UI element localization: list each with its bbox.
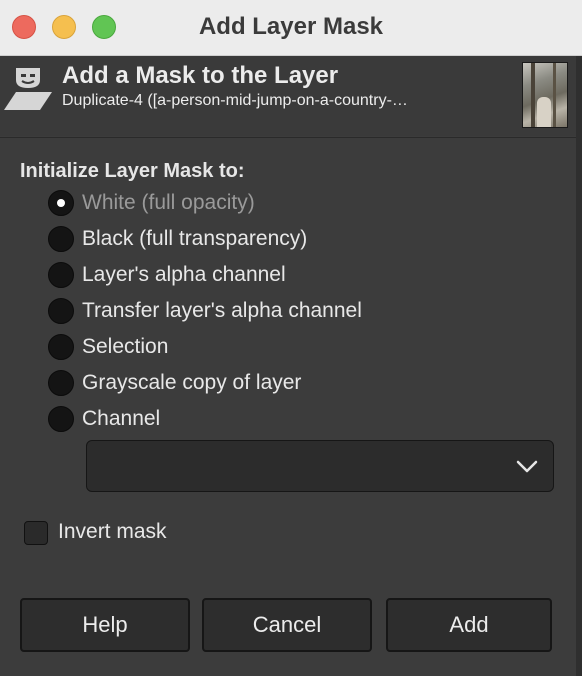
radio-button[interactable]: [48, 406, 74, 432]
dialog-header: Add a Mask to the Layer Duplicate-4 ([a-…: [0, 56, 582, 136]
add-button[interactable]: Add: [386, 598, 552, 652]
title-bar[interactable]: Add Layer Mask: [0, 0, 582, 56]
layer-thumbnail: [522, 62, 568, 128]
header-separator: [0, 137, 582, 138]
invert-mask-option[interactable]: Invert mask: [24, 517, 224, 547]
radio-black[interactable]: Black (full transparency): [48, 224, 488, 254]
window-edge: [576, 56, 582, 676]
help-button[interactable]: Help: [20, 598, 190, 652]
radio-button[interactable]: [48, 370, 74, 396]
thumbnail-tree: [553, 63, 556, 127]
radio-button[interactable]: [48, 226, 74, 252]
layer-mask-icon: [4, 68, 52, 110]
radio-label: Layer's alpha channel: [82, 263, 286, 286]
radio-label: Channel: [82, 407, 161, 430]
layer-name: Duplicate-4 ([a-person-mid-jump-on-a-cou…: [62, 92, 408, 109]
radio-layer-alpha[interactable]: Layer's alpha channel: [48, 260, 488, 290]
invert-mask-label: Invert mask: [58, 520, 167, 543]
radio-button[interactable]: [48, 190, 74, 216]
radio-label: Selection: [82, 335, 169, 358]
radio-white[interactable]: White (full opacity): [48, 188, 488, 218]
chevron-down-icon: [516, 460, 538, 473]
radio-channel[interactable]: Channel: [48, 404, 488, 434]
radio-button[interactable]: [48, 298, 74, 324]
radio-button[interactable]: [48, 262, 74, 288]
radio-selection[interactable]: Selection: [48, 332, 488, 362]
channel-select[interactable]: [86, 440, 554, 492]
radio-label: White (full opacity): [82, 191, 255, 214]
init-mask-label: Initialize Layer Mask to:: [20, 160, 245, 182]
cancel-button[interactable]: Cancel: [202, 598, 372, 652]
window-title: Add Layer Mask: [198, 13, 384, 40]
radio-grayscale-copy[interactable]: Grayscale copy of layer: [48, 368, 488, 398]
thumbnail-tree: [531, 63, 535, 127]
radio-label: Grayscale copy of layer: [82, 371, 302, 394]
thumbnail-path: [537, 97, 551, 127]
add-layer-mask-dialog: Add Layer Mask Add a Mask to the Layer D…: [0, 0, 582, 676]
radio-transfer-alpha[interactable]: Transfer layer's alpha channel: [48, 296, 488, 326]
radio-button[interactable]: [48, 334, 74, 360]
header-title: Add a Mask to the Layer: [62, 62, 339, 89]
radio-label: Transfer layer's alpha channel: [82, 299, 362, 322]
radio-label: Black (full transparency): [82, 227, 308, 250]
invert-mask-checkbox[interactable]: [24, 521, 48, 545]
